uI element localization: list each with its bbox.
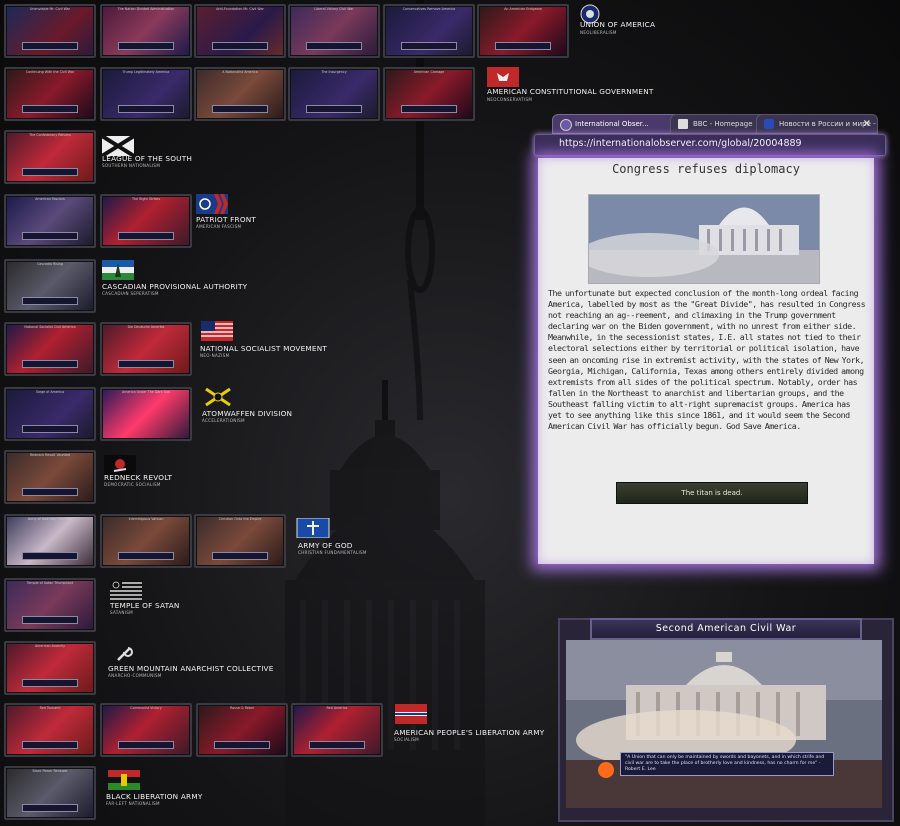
focus-thumbnail[interactable]: Redneck Revolt Vaunted	[4, 450, 96, 504]
event-title: Second American Civil War	[590, 618, 862, 640]
tab-international-observer[interactable]: International Obser... ×	[552, 114, 688, 134]
focus-thumbnail[interactable]: Die Deutsche Amerika	[100, 322, 192, 376]
atomwaffen-icon	[205, 387, 231, 407]
focus-thumbnail[interactable]: The Nation Divided Administration	[100, 4, 192, 58]
article-body: The unfortunate but expected conclusion …	[548, 288, 866, 432]
temple-of-satan-flag-icon	[110, 580, 142, 600]
event-panel: Second American Civil War "A Union that …	[558, 618, 894, 822]
focus-thumbnail[interactable]: The Right Strikes	[100, 194, 192, 248]
focus-thumbnail[interactable]: Rouse & Rebel	[196, 703, 288, 757]
acg-flag-icon	[487, 67, 519, 87]
article-headline: Congress refuses diplomacy	[612, 162, 800, 176]
capitol-dome-silhouette	[285, 380, 485, 826]
focus-thumbnail[interactable]: Army of God Holy Civil War	[4, 514, 96, 568]
event-image	[566, 640, 882, 808]
focus-thumbnail[interactable]: Interreligious Vatican	[100, 514, 192, 568]
focus-thumbnail[interactable]: Black Power Renewal	[4, 766, 96, 820]
focus-thumbnail[interactable]: American Carnage	[383, 67, 475, 121]
focus-thumbnail[interactable]: Red Tsunami	[4, 703, 96, 757]
focus-thumbnail[interactable]: Continuing With the Civil War	[4, 67, 96, 121]
patriot-front-flag-icon	[196, 194, 228, 214]
focus-thumbnail[interactable]: American Anarchy	[4, 641, 96, 695]
address-bar[interactable]: https://internationalobserver.com/global…	[534, 134, 886, 156]
redneck-revolt-icon	[104, 455, 136, 475]
bbc-icon	[678, 119, 688, 129]
focus-thumbnail[interactable]: The Insurgency	[288, 67, 380, 121]
focus-thumbnail[interactable]: Red America	[291, 703, 383, 757]
browser-tab-bar: International Obser... × BBC - Homepage …	[552, 112, 882, 134]
event-quote: "A Union that can only be maintained by …	[620, 752, 834, 776]
aple-flag-icon	[395, 704, 427, 724]
focus-thumbnail[interactable]: America Under The Dark Sun	[100, 387, 192, 441]
focus-thumbnail[interactable]: Unenviable Mr. Civil War	[4, 4, 96, 58]
cascadia-flag-icon	[102, 260, 134, 280]
news-browser-window: International Obser... × BBC - Homepage …	[524, 108, 890, 570]
focus-thumbnail[interactable]: Christian Onto the Empire	[194, 514, 286, 568]
focus-thumbnail[interactable]: The Confederacy Returns	[4, 130, 96, 184]
noose-silhouette	[405, 0, 435, 420]
focus-thumbnail[interactable]: Siege of America	[4, 387, 96, 441]
focus-thumbnail[interactable]: A Nationalist America	[194, 67, 286, 121]
event-option-button[interactable]: The titan is dead.	[616, 482, 808, 504]
focus-thumbnail[interactable]: Anti-Foundation Mr. Civil War	[194, 4, 286, 58]
tab-tass-news[interactable]: Новости в России и мире - ТА... ×	[756, 114, 878, 134]
focus-thumbnail[interactable]: Temple of Satan Triumphant	[4, 578, 96, 632]
focus-thumbnail[interactable]: National Socialist Civil America	[4, 322, 96, 376]
saltire-flag-icon	[102, 136, 134, 156]
close-tab-icon[interactable]: ×	[863, 115, 871, 133]
article-page: Congress refuses diplomacy The unfortuna…	[538, 158, 874, 564]
focus-thumbnail[interactable]: Liberal Victory Civil War	[288, 4, 380, 58]
focus-thumbnail[interactable]: Cascadia Rising	[4, 259, 96, 313]
globe-icon	[560, 119, 572, 131]
focus-thumbnail[interactable]: An American Endgame	[477, 4, 569, 58]
focus-thumbnail[interactable]: Trump Legitimately America	[100, 67, 192, 121]
army-of-god-flag-icon	[296, 518, 330, 538]
black-liberation-flag-icon	[108, 770, 140, 790]
focus-thumbnail[interactable]: Communist Victory	[100, 703, 192, 757]
tass-icon	[764, 119, 774, 129]
focus-thumbnail[interactable]: American Fascism	[4, 194, 96, 248]
article-photo	[588, 194, 820, 284]
nsm-flag-icon	[201, 321, 233, 341]
focus-thumbnail[interactable]: Conservatives Remove America	[383, 4, 475, 58]
anarchist-collective-icon	[117, 647, 133, 661]
